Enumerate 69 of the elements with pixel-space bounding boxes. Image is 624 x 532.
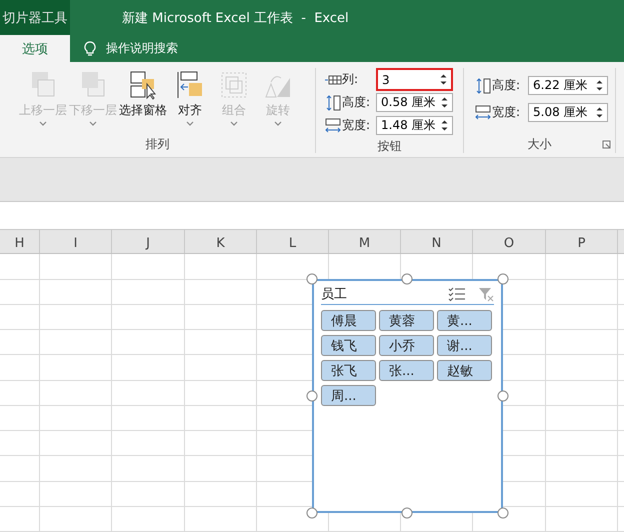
spin-field[interactable]: 6.22 厘米	[528, 76, 608, 95]
window-title: 新建 Microsoft Excel 工作表 - Excel	[122, 10, 349, 26]
column-header[interactable]: H	[0, 230, 40, 254]
slicer-item[interactable]: 谢...	[437, 335, 492, 356]
dialog-launcher-icon[interactable]	[602, 140, 611, 149]
spinner-icon	[441, 119, 448, 132]
group-icon	[219, 70, 249, 100]
group-label: 排列	[146, 137, 170, 151]
context-tab-label: 切片器工具	[0, 0, 70, 35]
selection-pane-icon	[128, 70, 158, 100]
height-icon	[324, 94, 342, 112]
field-label: 高度:	[492, 77, 522, 94]
field-label: 宽度:	[342, 117, 372, 134]
lightbulb-icon	[84, 40, 96, 56]
spin-field[interactable]: 5.08 厘米	[528, 103, 608, 122]
caret-icon	[274, 121, 282, 126]
slicer-item[interactable]: 黄蓉	[379, 310, 434, 331]
spinner-icon	[596, 79, 603, 92]
caret-icon	[89, 121, 97, 126]
spin-field[interactable]: 0.58 厘米	[376, 93, 453, 112]
column-header[interactable]: M	[329, 230, 401, 254]
slicer-item[interactable]: 张飞	[321, 360, 376, 381]
tell-me-search[interactable]: 操作说明搜索	[106, 40, 178, 57]
caret-icon	[186, 121, 194, 126]
resize-handle[interactable]	[402, 508, 412, 518]
column-header[interactable]: O	[473, 230, 546, 254]
spinner-icon	[441, 96, 448, 109]
ribbon-button[interactable]: 对齐	[168, 68, 212, 135]
slicer-panel[interactable]: 员工 傅晨 黄蓉 黄... 钱飞 小乔 谢... 张飞 张... 赵敏 周...	[312, 279, 503, 513]
spinner-icon	[440, 73, 447, 86]
slicer-item[interactable]: 黄...	[437, 310, 492, 331]
column-header[interactable]: K	[185, 230, 257, 254]
spinner-icon	[596, 106, 603, 119]
column-header[interactable]: J	[112, 230, 185, 254]
resize-handle[interactable]	[306, 508, 318, 518]
column-header[interactable]: I	[40, 230, 112, 254]
slicer-item[interactable]: 钱飞	[321, 335, 376, 356]
slicer-item[interactable]: 傅晨	[321, 310, 376, 331]
field-label: 列:	[342, 71, 360, 88]
clear-filter-icon[interactable]	[478, 286, 494, 302]
width-icon	[474, 104, 492, 122]
slicer-item[interactable]: 小乔	[379, 335, 434, 356]
group-label: 大小	[528, 137, 552, 151]
resize-handle[interactable]	[306, 390, 318, 402]
column-header[interactable]: N	[401, 230, 473, 254]
caret-icon	[230, 121, 238, 126]
slicer-item[interactable]: 赵敏	[437, 360, 492, 381]
slicer-title: 员工	[321, 286, 348, 303]
multi-select-icon[interactable]	[448, 286, 466, 302]
column-header[interactable]: L	[257, 230, 329, 254]
spin-field[interactable]: 1.48 厘米	[376, 116, 453, 135]
ribbon-button[interactable]: 选择窗格	[118, 68, 168, 135]
spin-field[interactable]: 3	[376, 68, 453, 91]
resize-handle[interactable]	[498, 390, 508, 402]
field-label: 高度:	[342, 94, 372, 111]
slicer-item[interactable]: 张...	[379, 360, 434, 381]
group-label: 按钮	[378, 139, 402, 153]
resize-handle[interactable]	[402, 274, 412, 284]
field-label: 宽度:	[492, 104, 522, 121]
height-icon	[474, 76, 492, 94]
resize-handle[interactable]	[498, 274, 508, 284]
resize-handle[interactable]	[498, 508, 508, 518]
slicer-item[interactable]: 周...	[321, 385, 376, 406]
resize-handle[interactable]	[306, 274, 318, 284]
column-header[interactable]: P	[546, 230, 618, 254]
align-icon	[175, 70, 205, 100]
caret-icon	[39, 121, 47, 126]
width-icon	[324, 116, 342, 134]
ribbon-tab[interactable]: 选项	[0, 35, 70, 62]
